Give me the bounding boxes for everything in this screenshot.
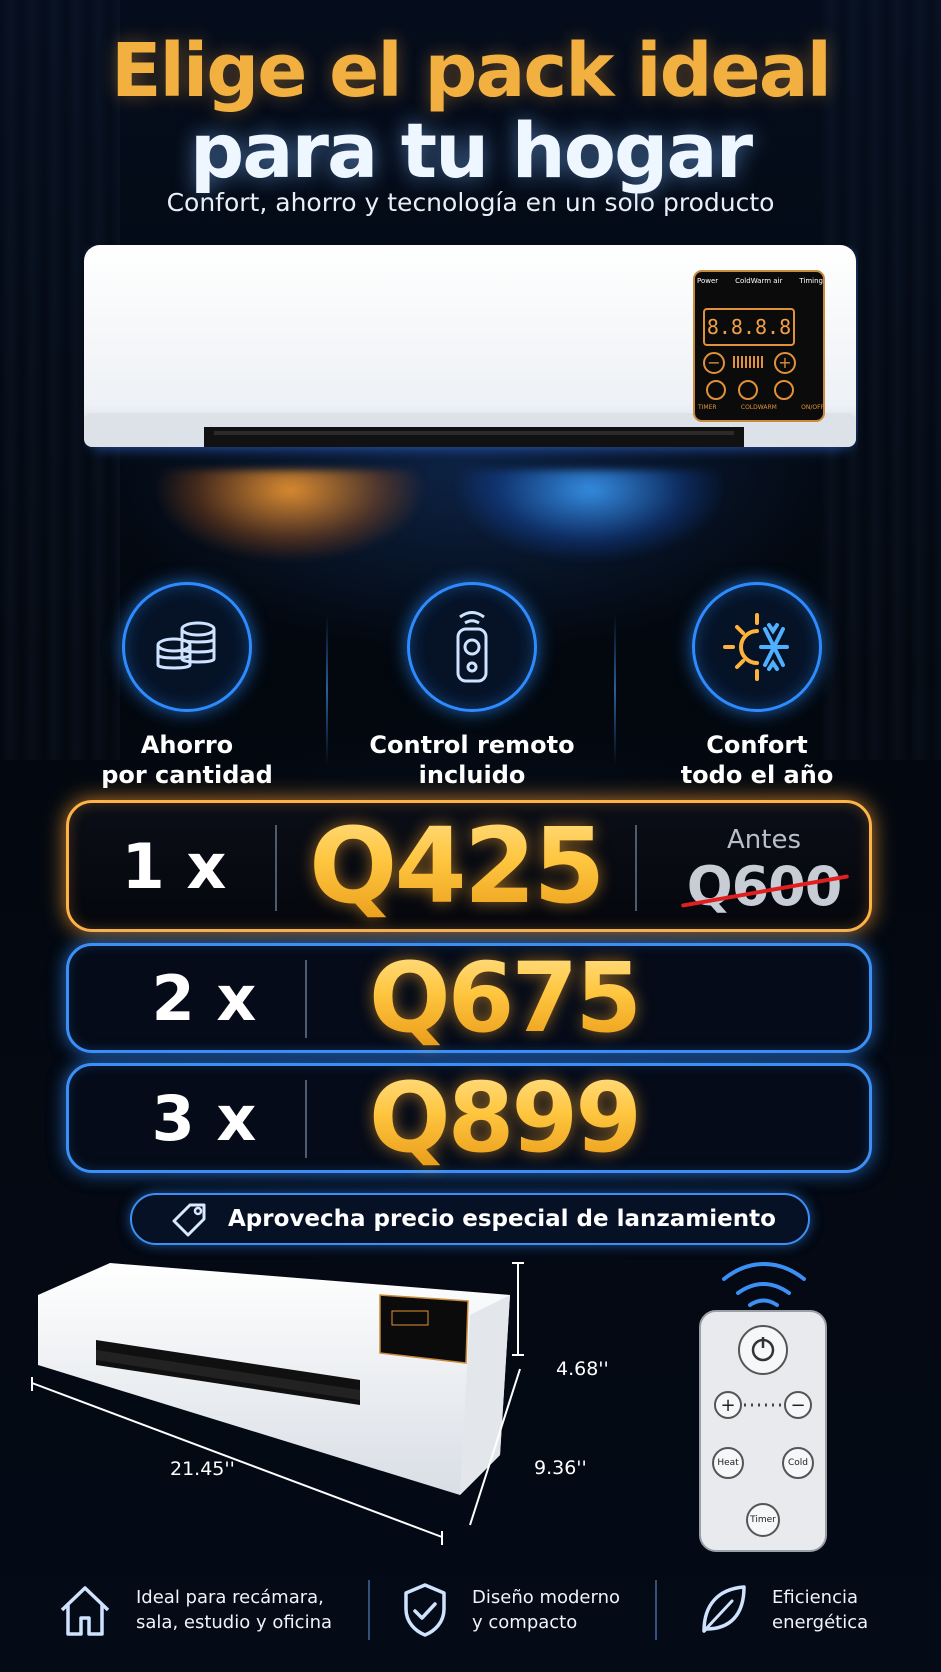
bottom-feature-efficiency-line2: energética: [772, 1612, 869, 1633]
bottom-feature-efficiency-line1: Eficiencia: [772, 1587, 859, 1608]
bottom-feature-efficiency: Eficiencia energética: [696, 1570, 868, 1650]
bottom-feature-design: Diseño moderno y compacto: [400, 1570, 620, 1650]
panel-minus-icon: −: [703, 352, 725, 374]
feature-remote-line2: incluido: [418, 761, 526, 789]
house-icon: [60, 1586, 110, 1636]
quantity-label: 2 x: [151, 961, 257, 1035]
promo-text: Aprovecha precio especial de lanzamiento: [228, 1206, 776, 1232]
panel-display: 8.8.8.8: [703, 308, 795, 346]
panel-label-timing: Timing: [799, 277, 823, 285]
coins-icon: [122, 582, 252, 712]
panel-timer-icon: [706, 380, 726, 400]
quantity-label: 3 x: [151, 1081, 257, 1155]
bottom-divider: [368, 1580, 370, 1640]
product-ad: Elige el pack ideal para tu hogar Confor…: [0, 0, 941, 1672]
remote-button-cold: Cold: [787, 1458, 808, 1468]
feature-divider: [614, 615, 616, 765]
feature-remote: Control remoto incluido: [342, 582, 602, 790]
price-value: Q425: [309, 805, 605, 927]
bottom-feature-rooms: Ideal para recámara, sala, estudio y ofic…: [56, 1570, 332, 1650]
quantity-label: 1 x: [121, 829, 227, 903]
price-value: Q899: [369, 1062, 642, 1174]
bottom-feature-rooms-line2: sala, estudio y oficina: [136, 1612, 333, 1633]
bottom-feature-design-line2: y compacto: [472, 1612, 578, 1633]
bottom-divider: [655, 1580, 657, 1640]
row-divider: [305, 1080, 307, 1158]
headline-line2: para tu hogar: [189, 106, 753, 195]
panel-level-icon: [733, 356, 765, 368]
panel-power-icon: [774, 380, 794, 400]
panel-label-power: Power: [697, 277, 719, 285]
price-option-1[interactable]: 1 x Q425 Antes Q600: [66, 800, 872, 932]
svg-text:−: −: [790, 1395, 805, 1416]
row-divider: [635, 825, 637, 911]
panel-button-coldwarm: COLDWARM: [740, 404, 777, 411]
panel-plus-icon: +: [774, 352, 796, 374]
old-price: Q600: [686, 855, 843, 918]
panel-button-timer: TIMER: [698, 404, 717, 411]
feature-savings-line1: Ahorro: [140, 731, 234, 759]
svg-text:+: +: [720, 1395, 735, 1416]
dimension-depth: 9.36'': [534, 1457, 587, 1479]
feature-savings-line2: por cantidad: [101, 761, 273, 789]
before-label: Antes: [726, 825, 801, 855]
sun-snowflake-icon: [692, 582, 822, 712]
bottom-feature-rooms-line1: Ideal para recámara,: [136, 1587, 324, 1608]
price-option-2[interactable]: 2 x Q675: [66, 942, 872, 1054]
feature-savings: Ahorro por cantidad: [57, 582, 317, 790]
price-option-3[interactable]: 3 x Q899: [66, 1062, 872, 1174]
display-digits: 8.8.8.8: [706, 315, 792, 339]
remote-button-timer: Timer: [750, 1515, 776, 1525]
bottom-feature-design-line1: Diseño moderno: [472, 1587, 621, 1608]
feature-comfort-line1: Confort: [706, 731, 808, 759]
row-divider: [275, 825, 277, 911]
dimension-width: 21.45'': [170, 1458, 235, 1480]
subheadline: Confort, ahorro y tecnología en un solo …: [166, 188, 775, 217]
panel-label-coldwarm: ColdWarm air: [735, 277, 783, 285]
remote-control-image: + −: [699, 1262, 827, 1552]
feature-divider: [326, 615, 328, 765]
control-panel-labels: Power ColdWarm air Timing: [697, 277, 823, 285]
leaf-icon: [702, 1585, 746, 1633]
feature-comfort: Confort todo el año: [627, 582, 887, 790]
remote-control-icon: [407, 582, 537, 712]
feature-comfort-line2: todo el año: [680, 761, 834, 789]
panel-button-onoff: ON/OFF: [801, 404, 824, 411]
dimension-height: 4.68'': [556, 1358, 609, 1380]
shield-check-icon: [404, 1583, 446, 1637]
remote-button-heat: Heat: [717, 1458, 739, 1468]
panel-button-labels: TIMER COLDWARM ON/OFF: [698, 404, 824, 411]
headline-line1: Elige el pack ideal: [110, 28, 832, 114]
panel-coldwarm-icon: [738, 380, 758, 400]
price-value: Q675: [369, 942, 642, 1054]
launch-promo-banner[interactable]: Aprovecha precio especial de lanzamiento: [130, 1193, 810, 1245]
price-tag-icon: [172, 1203, 206, 1237]
heater-dimension-diagram: [31, 1262, 524, 1545]
row-divider: [305, 960, 307, 1038]
feature-remote-line1: Control remoto: [369, 731, 575, 759]
